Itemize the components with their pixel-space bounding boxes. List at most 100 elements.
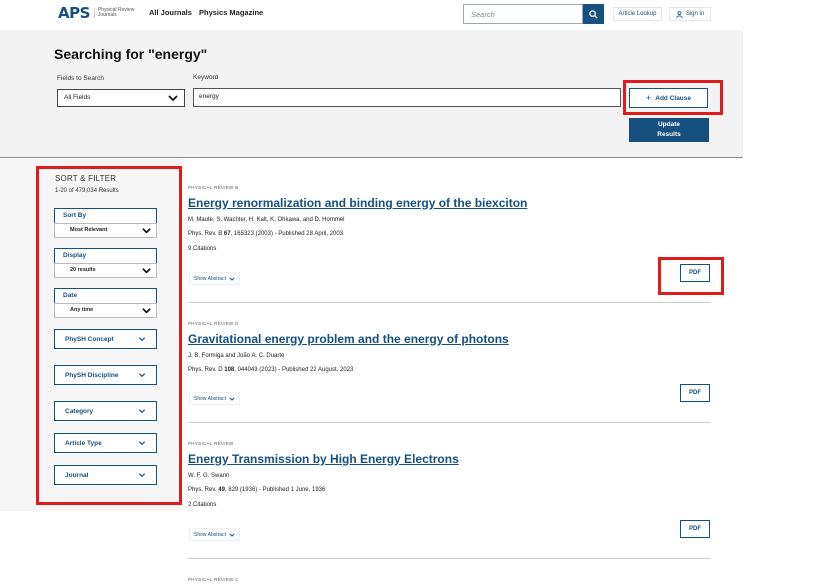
plus-icon: +	[645, 93, 652, 103]
facet-physh-concept[interactable]: PhySH Concept	[54, 329, 157, 349]
facet-article-type[interactable]: Article Type	[54, 433, 157, 453]
sign-in-label: Sign in	[685, 11, 705, 17]
result-authors: M. Maute, S. Wachter, H. Kalt, K. Ohkawa…	[188, 217, 345, 223]
sort-by-value: Most Relevant	[70, 227, 108, 233]
facet-category[interactable]: Category	[54, 401, 157, 421]
aps-logo[interactable]: APS Physical Review Journals	[58, 4, 140, 22]
result-citation: Phys. Rev. D 108, 044043 (2023) - Publis…	[188, 367, 711, 373]
update-results-button[interactable]: Update Results	[629, 118, 709, 142]
keyword-input[interactable]: energy	[193, 88, 621, 107]
logo-mark: APS	[58, 4, 90, 22]
citation-journal: Phys. Rev. D	[188, 367, 225, 373]
result-citation-count[interactable]: 9 Citations	[188, 246, 711, 252]
citation-journal: Phys. Rev. B	[188, 231, 224, 237]
article-lookup-button[interactable]: Article Lookup	[613, 7, 662, 21]
chevron-down-icon	[142, 268, 151, 274]
chevron-down-icon	[229, 277, 235, 281]
result-divider	[188, 558, 711, 559]
result-authors: J. B. Formiga and João A. C. Duarte	[188, 353, 285, 359]
fields-select[interactable]: All Fields	[57, 89, 185, 107]
show-abstract-button[interactable]: Show Abstract	[189, 392, 240, 405]
show-abstract-label: Show Abstract	[194, 395, 226, 402]
pdf-button[interactable]: PDF	[680, 520, 710, 538]
add-clause-button[interactable]: + Add Clause	[629, 88, 708, 108]
citation-details: , 044043 (2023) - Published 22 August, 2…	[234, 367, 354, 373]
citation-volume: 67	[223, 231, 231, 237]
show-abstract-button[interactable]: Show Abstract	[189, 272, 240, 285]
update-label-line2: Results	[657, 131, 681, 138]
result-divider	[188, 422, 711, 423]
facet-label: Article Type	[65, 439, 102, 447]
result-journal: PHYSICAL REVIEW C	[188, 577, 239, 582]
page-title: Searching for "energy"	[54, 46, 208, 62]
header-search-button[interactable]	[583, 4, 604, 24]
sign-in-button[interactable]: Sign in	[669, 7, 711, 21]
chevron-down-icon	[168, 95, 178, 102]
fields-label: Fields to Search	[57, 75, 104, 82]
result-journal: PHYSICAL REVIEW B	[188, 185, 239, 190]
result-authors: W. F. G. Swann	[188, 473, 230, 479]
citation-journal: Phys. Rev.	[188, 487, 219, 493]
facet-label: Category	[65, 407, 94, 415]
citation-volume: 108	[224, 367, 235, 373]
pdf-button[interactable]: PDF	[680, 264, 710, 282]
result-journal: PHYSICAL REVIEW D	[188, 321, 239, 326]
result-title-link[interactable]: Gravitational energy problem and the ene…	[188, 332, 711, 346]
result-journal: PHYSICAL REVIEW	[188, 441, 234, 446]
search-panel: Searching for "energy" Fields to Search …	[0, 30, 743, 158]
facet-label: Journal	[65, 471, 89, 479]
display-select[interactable]: 20 results	[54, 263, 157, 278]
sort-by-select[interactable]: Most Relevant	[54, 223, 157, 238]
show-abstract-label: Show Abstract	[194, 531, 226, 538]
chevron-down-icon	[138, 409, 146, 414]
results-count: 1-20 of 479,034 Results	[55, 188, 119, 194]
user-icon	[676, 10, 683, 18]
facet-label: PhySH Discipline	[65, 371, 119, 379]
result-citation: Phys. Rev. B 67, 165323 (2003) - Publish…	[188, 231, 711, 237]
pdf-button[interactable]: PDF	[680, 384, 710, 402]
chevron-down-icon	[142, 228, 151, 234]
show-abstract-button[interactable]: Show Abstract	[189, 528, 240, 541]
search-icon	[589, 9, 598, 19]
date-value: Any time	[70, 307, 94, 313]
nav-all-journals[interactable]: All Journals	[149, 8, 192, 17]
fields-select-value: All Fields	[64, 94, 91, 101]
date-select[interactable]: Any time	[54, 303, 157, 318]
chevron-down-icon	[138, 473, 146, 478]
chevron-down-icon	[229, 533, 235, 537]
chevron-down-icon	[138, 337, 146, 342]
result-item: PHYSICAL REVIEW B Energy renormalization…	[188, 185, 711, 252]
result-title-link[interactable]: Energy Transmission by High Energy Elect…	[188, 452, 711, 466]
show-abstract-label: Show Abstract	[194, 275, 226, 282]
sort-filter-title: SORT & FILTER	[55, 174, 117, 183]
date-label: Date	[54, 288, 157, 304]
result-item: PHYSICAL REVIEW Energy Transmission by H…	[188, 441, 711, 508]
facet-journal[interactable]: Journal	[54, 465, 157, 485]
display-label: Display	[54, 248, 157, 264]
nav-physics-magazine[interactable]: Physics Magazine	[199, 8, 263, 17]
result-item: PHYSICAL REVIEW D Gravitational energy p…	[188, 321, 711, 373]
logo-subtitle: Physical Review Journals	[93, 8, 140, 18]
facet-label: PhySH Concept	[65, 335, 114, 343]
add-clause-label: Add Clause	[655, 94, 692, 102]
citation-details: , 829 (1936) - Published 1 June, 1936	[224, 487, 326, 493]
chevron-down-icon	[142, 308, 151, 314]
result-item: PHYSICAL REVIEW C	[188, 577, 711, 582]
display-value: 20 results	[70, 267, 96, 273]
sort-filter-sidebar: SORT & FILTER 1-20 of 479,034 Results So…	[0, 159, 183, 511]
result-divider	[188, 302, 711, 303]
header-search-input[interactable]: Search	[463, 4, 583, 24]
update-label-line1: Update	[657, 121, 681, 128]
citation-details: , 165323 (2003) - Published 28 April, 20…	[230, 231, 344, 237]
chevron-down-icon	[229, 397, 235, 401]
sort-by-label: Sort By	[54, 208, 157, 224]
result-title-link[interactable]: Energy renormalization and binding energ…	[188, 196, 711, 210]
facet-physh-discipline[interactable]: PhySH Discipline	[54, 365, 157, 385]
chevron-down-icon	[138, 373, 146, 378]
site-header: APS Physical Review Journals All Journal…	[0, 0, 743, 30]
result-citation-count[interactable]: 2 Citations	[188, 502, 711, 508]
chevron-down-icon	[138, 441, 146, 446]
keyword-label: Keyword	[193, 74, 219, 81]
result-citation: Phys. Rev. 49, 829 (1936) - Published 1 …	[188, 487, 711, 493]
citation-volume: 49	[218, 487, 225, 493]
